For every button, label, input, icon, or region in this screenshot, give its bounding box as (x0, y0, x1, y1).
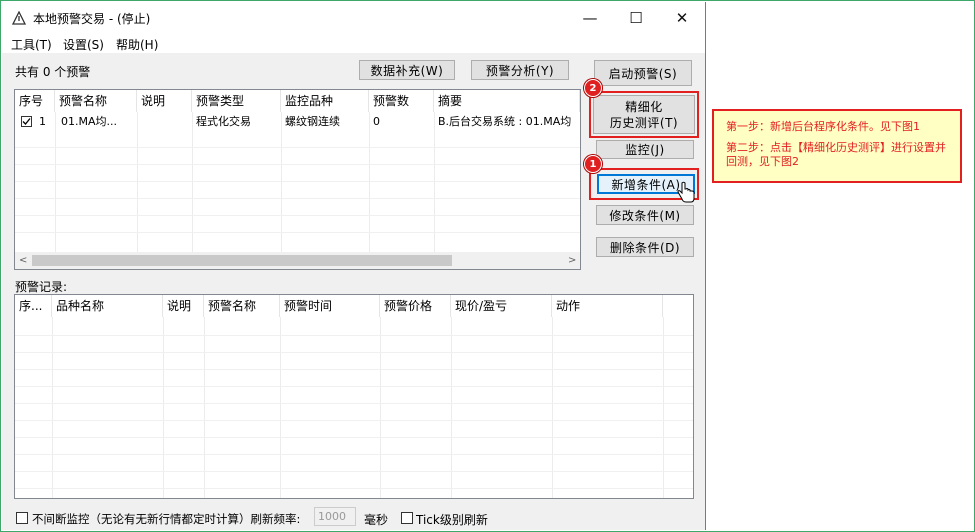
alert-analysis-button[interactable]: 预警分析(Y) (471, 60, 569, 80)
rec-col-desc[interactable]: 说明 (163, 295, 204, 317)
rec-col-action[interactable]: 动作 (552, 295, 663, 317)
records-list[interactable]: 序... 品种名称 说明 预警名称 预警时间 预警价格 现价/盈亏 动作 (14, 294, 694, 499)
col-header-summary[interactable]: 摘要 (434, 90, 580, 112)
row-desc (137, 113, 192, 130)
grid-line (15, 437, 693, 438)
step-two-badge: 2 (584, 79, 602, 97)
alert-count-label: 共有 0 个预警 (15, 65, 91, 79)
grid-line (15, 420, 693, 421)
tick-refresh-label: Tick级别刷新 (416, 513, 488, 527)
row-count: 0 (373, 115, 380, 128)
rec-col-index[interactable]: 序... (15, 295, 52, 317)
app-triangle-icon (11, 10, 27, 25)
continuous-monitor-checkbox[interactable] (16, 512, 28, 524)
maximize-button[interactable]: ☐ (613, 2, 659, 33)
grid-line (15, 181, 580, 182)
window-title: 本地预警交易 - (停止) (33, 12, 151, 26)
step-one-badge: 1 (584, 155, 602, 173)
grid-line (15, 454, 693, 455)
grid-line (434, 112, 435, 252)
row-type: 程式化交易 (196, 115, 251, 128)
col-header-type[interactable]: 预警类型 (192, 90, 281, 112)
menu-tools[interactable]: 工具(T) (11, 36, 52, 53)
monitor-button[interactable]: 监控(J) (596, 140, 694, 159)
rec-col-symbol[interactable]: 品种名称 (52, 295, 163, 317)
grid-line (15, 352, 693, 353)
col-header-count[interactable]: 预警数 (369, 90, 434, 112)
col-header-name[interactable]: 预警名称 (55, 90, 137, 112)
row-symbol: 螺纹钢连续 (285, 115, 340, 128)
grid-line (369, 112, 370, 252)
grid-line (15, 403, 693, 404)
grid-line (15, 471, 693, 472)
grid-line (192, 112, 193, 252)
row-checkbox[interactable] (21, 116, 32, 127)
refresh-interval-input[interactable]: 1000 (314, 507, 356, 526)
grid-line (15, 232, 580, 233)
grid-line (15, 215, 580, 216)
fine-eval-label-line2: 历史测评(T) (609, 115, 679, 130)
grid-line (15, 164, 580, 165)
rec-col-alert-price[interactable]: 预警价格 (380, 295, 451, 317)
minimize-button[interactable]: — (567, 2, 613, 33)
close-button[interactable]: ✕ (659, 2, 705, 33)
grid-line (15, 198, 580, 199)
callout-step-one: 第一步：新增后台程序化条件。见下图1 (726, 120, 920, 133)
menu-settings[interactable]: 设置(S) (63, 36, 104, 53)
interval-unit-label: 毫秒 (364, 513, 389, 527)
grid-line (137, 112, 138, 252)
col-header-desc[interactable]: 说明 (137, 90, 192, 112)
col-header-symbol[interactable]: 监控品种 (281, 90, 369, 112)
callout-step-two: 第二步：点击【精细化历史测评】进行设置并回测，见下图2 (726, 141, 946, 168)
rec-col-price-pnl[interactable]: 现价/盈亏 (451, 295, 552, 317)
menu-help[interactable]: 帮助(H) (116, 36, 158, 53)
delete-condition-button[interactable]: 删除条件(D) (596, 237, 694, 257)
fine-history-eval-button[interactable]: 精细化 历史测评(T) (593, 95, 695, 134)
alert-row[interactable]: 1 01.MA均... 程式化交易 螺纹钢连续 0 B.后台交易系统 : 01.… (15, 113, 580, 130)
scroll-thumb[interactable] (32, 255, 452, 266)
grid-line (15, 335, 693, 336)
app-window: 本地预警交易 - (停止) — ☐ ✕ 工具(T) 设置(S) 帮助(H) 共有… (2, 2, 706, 530)
hand-cursor-icon (676, 181, 696, 208)
grid-line (15, 369, 693, 370)
rec-col-alert-name[interactable]: 预警名称 (204, 295, 280, 317)
row-name: 01.MA均... (61, 115, 117, 128)
fine-eval-label-line1: 精细化 (625, 99, 663, 114)
grid-line (15, 386, 693, 387)
start-alert-button[interactable]: 启动预警(S) (594, 60, 692, 86)
grid-line (55, 112, 56, 252)
grid-line (281, 112, 282, 252)
tick-refresh-checkbox[interactable] (401, 512, 413, 524)
modify-condition-button[interactable]: 修改条件(M) (596, 205, 694, 225)
rec-col-alert-time[interactable]: 预警时间 (280, 295, 380, 317)
row-summary: B.后台交易系统 : 01.MA均 (438, 115, 572, 128)
scroll-right-icon[interactable]: > (568, 255, 576, 266)
alerts-list[interactable]: 序号 预警名称 说明 预警类型 监控品种 预警数 摘要 1 01.MA均... … (14, 89, 581, 270)
title-bar: 本地预警交易 - (停止) — ☐ ✕ (2, 2, 705, 33)
grid-line (15, 488, 693, 489)
data-supplement-button[interactable]: 数据补充(W) (359, 60, 455, 80)
horizontal-scrollbar[interactable]: < > (15, 252, 580, 269)
row-index: 1 (39, 115, 46, 128)
scroll-left-icon[interactable]: < (19, 255, 27, 266)
instruction-callout: 第一步：新增后台程序化条件。见下图1 第二步：点击【精细化历史测评】进行设置并回… (712, 109, 962, 183)
menu-bar: 工具(T) 设置(S) 帮助(H) (2, 33, 705, 53)
col-header-index[interactable]: 序号 (15, 90, 55, 112)
records-label: 预警记录: (15, 280, 68, 294)
continuous-monitor-label: 不间断监控（无论有无新行情都定时计算）刷新频率: (32, 512, 301, 526)
grid-line (15, 147, 580, 148)
